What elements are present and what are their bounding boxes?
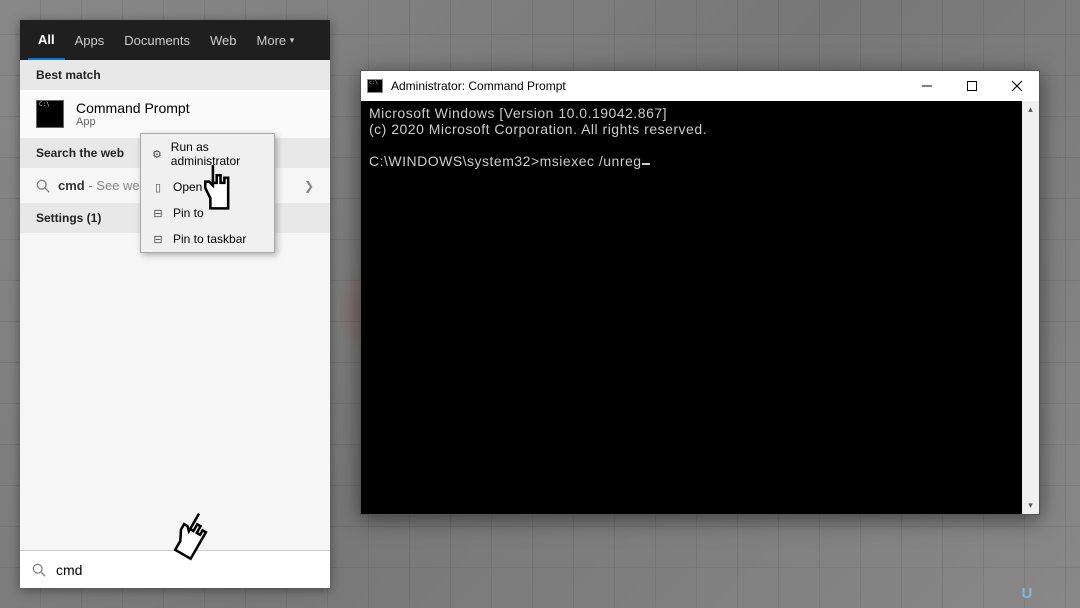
pin-icon: ⊟ [151,207,165,220]
admin-icon: ⚙ [151,148,163,161]
result-title: Command Prompt [76,100,190,116]
folder-icon: ▯ [151,181,165,194]
tab-documents[interactable]: Documents [114,20,200,60]
command-prompt-icon [36,100,64,128]
window-controls [904,71,1039,101]
terminal-prompt-line: C:\WINDOWS\system32>msiexec /unreg [369,153,1031,169]
scrollbar-track[interactable] [1022,118,1039,497]
best-match-result[interactable]: Command Prompt App [20,90,330,138]
close-button[interactable] [994,71,1039,101]
tab-all[interactable]: All [28,20,65,60]
open-location-item[interactable]: ▯ Open [141,174,274,200]
terminal-line: (c) 2020 Microsoft Corporation. All righ… [369,121,1031,137]
tab-web[interactable]: Web [200,20,247,60]
search-icon [36,179,50,193]
result-subtitle: App [76,116,190,128]
scroll-down-button[interactable]: ▾ [1022,497,1039,514]
search-tabs: All Apps Documents Web More ▾ [20,20,330,60]
run-as-admin-item[interactable]: ⚙ Run as administrator [141,134,274,174]
terminal-line: Microsoft Windows [Version 10.0.19042.86… [369,105,1031,121]
cursor [642,163,650,165]
tab-apps[interactable]: Apps [65,20,115,60]
pin-icon: ⊟ [151,233,165,246]
search-input[interactable]: cmd [20,550,330,588]
titlebar[interactable]: Administrator: Command Prompt [361,71,1039,101]
scrollbar[interactable]: ▴ ▾ [1022,101,1039,514]
terminal-line [369,137,1031,153]
chevron-right-icon: ❯ [304,179,314,193]
start-search-panel: All Apps Documents Web More ▾ Best match… [20,20,330,588]
window-title: Administrator: Command Prompt [391,79,566,93]
watermark: UFIX [1021,585,1066,602]
cmd-window-icon [367,79,383,93]
best-match-header: Best match [20,60,330,90]
maximize-button[interactable] [949,71,994,101]
scroll-up-button[interactable]: ▴ [1022,101,1039,118]
pin-taskbar-item[interactable]: ⊟ Pin to taskbar [141,226,274,252]
search-query-text: cmd [56,562,82,578]
tab-more[interactable]: More ▾ [247,20,305,60]
terminal-body[interactable]: Microsoft Windows [Version 10.0.19042.86… [361,101,1039,514]
pin-start-item[interactable]: ⊟ Pin to [141,200,274,226]
command-prompt-window: Administrator: Command Prompt Microsoft … [360,70,1040,515]
context-menu: ⚙ Run as administrator ▯ Open ⊟ Pin to ⊟… [140,133,275,253]
minimize-button[interactable] [904,71,949,101]
search-icon [32,563,46,577]
